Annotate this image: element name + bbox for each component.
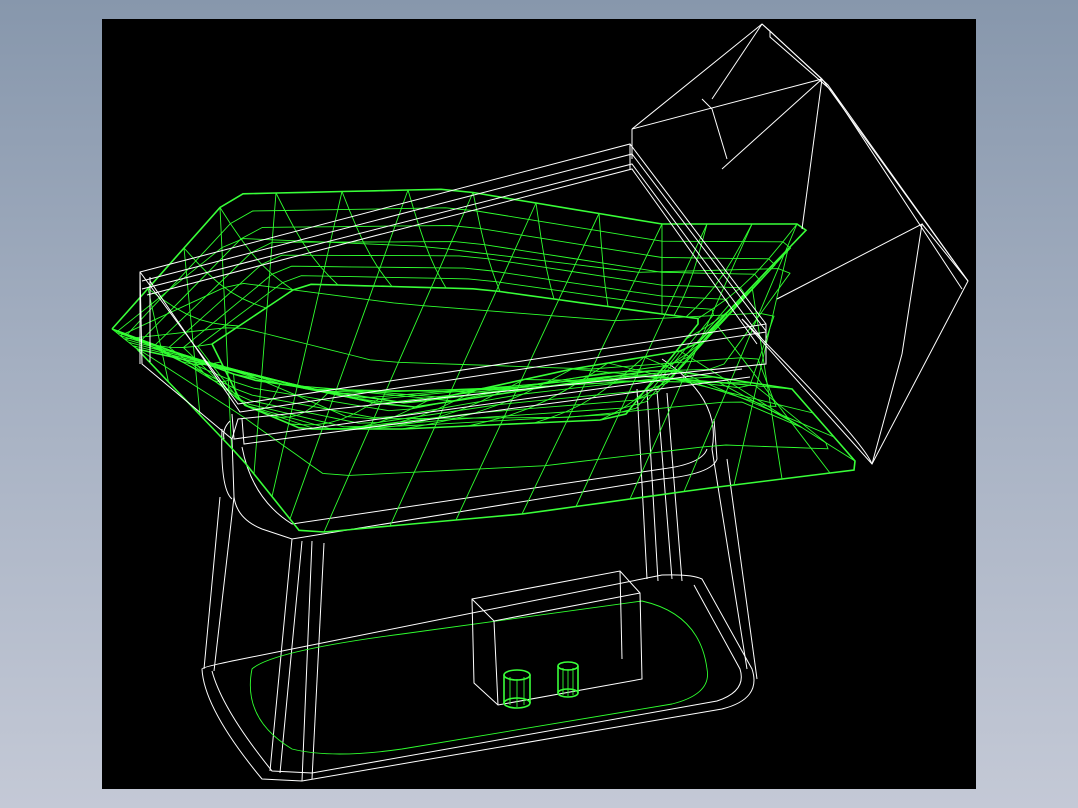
mesh-line bbox=[192, 358, 297, 386]
mesh-line bbox=[341, 191, 393, 287]
control-box bbox=[471, 570, 643, 706]
cad-viewport[interactable] bbox=[102, 19, 976, 789]
knob-right[interactable] bbox=[557, 661, 579, 698]
mesh-line bbox=[271, 191, 343, 497]
mesh-line bbox=[697, 223, 798, 319]
mesh-line bbox=[455, 213, 600, 521]
mesh-line bbox=[679, 350, 856, 462]
mesh-line bbox=[427, 370, 676, 401]
mesh-line bbox=[289, 189, 409, 520]
mesh-line bbox=[389, 202, 537, 527]
wireframe-model bbox=[111, 23, 969, 782]
knob-left[interactable] bbox=[503, 669, 531, 709]
mesh-line bbox=[183, 265, 730, 430]
mesh-line bbox=[407, 189, 447, 289]
mesh-line bbox=[275, 192, 339, 286]
mesh-line bbox=[467, 362, 609, 427]
curved-tray-surface bbox=[111, 188, 856, 533]
mesh-line bbox=[111, 328, 138, 350]
mesh-line bbox=[733, 248, 789, 486]
mesh-line bbox=[598, 213, 609, 307]
base-inner-groove bbox=[249, 600, 708, 755]
mesh-line bbox=[472, 192, 501, 292]
mesh-line bbox=[629, 223, 753, 500]
mesh-line bbox=[535, 202, 555, 300]
